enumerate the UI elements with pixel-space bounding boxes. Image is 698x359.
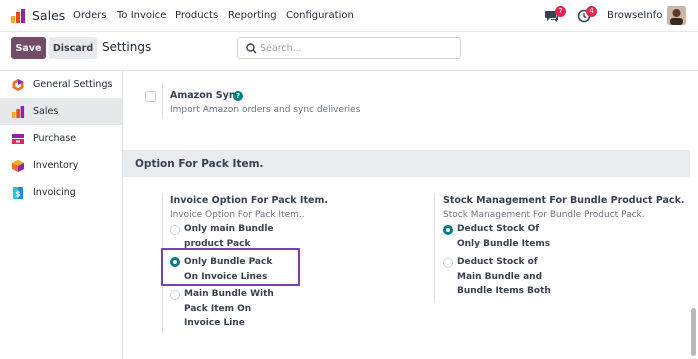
help-icon[interactable]: ? <box>233 91 243 101</box>
app-name[interactable]: Sales <box>32 8 65 23</box>
menu-to-invoice[interactable]: To Invoice <box>117 10 166 21</box>
sidebar-item-sales[interactable]: Sales <box>0 98 122 125</box>
menu-orders[interactable]: Orders <box>73 10 107 21</box>
sidebar-item-label: Invoicing <box>33 187 76 198</box>
page-title: Settings <box>102 40 152 54</box>
inventory-app-icon <box>12 159 24 172</box>
top-navbar: Sales Orders To Invoice Products Reporti… <box>0 0 698 32</box>
sidebar-item-invoicing[interactable]: $ Invoicing <box>0 179 122 206</box>
menu-products[interactable]: Products <box>175 10 218 21</box>
radio-label[interactable]: Deduct Stock of Main Bundle and Bundle I… <box>457 255 557 299</box>
amazon-sync-title: Amazon Sync <box>170 90 242 101</box>
highlight-annotation-box <box>161 248 300 286</box>
radio-deduct-main-and-bundle[interactable] <box>443 258 453 268</box>
menu-configuration[interactable]: Configuration <box>286 10 354 21</box>
invoice-option-title: Invoice Option For Pack Item. <box>170 195 328 206</box>
section-title: Option For Pack Item. <box>135 158 264 170</box>
amazon-sync-description: Import Amazon orders and sync deliveries <box>170 105 361 115</box>
radio-main-bundle-with-pack[interactable] <box>170 290 180 300</box>
sidebar-item-label: Sales <box>33 106 59 117</box>
activities-count-badge: 4 <box>586 6 597 17</box>
odoo-settings-icon <box>12 78 24 91</box>
discard-button[interactable]: Discard <box>49 37 97 59</box>
section-header: Option For Pack Item. <box>123 150 691 177</box>
stock-management-title: Stock Management For Bundle Product Pack… <box>443 195 685 206</box>
user-avatar[interactable] <box>667 6 686 25</box>
radio-deduct-only-bundle[interactable] <box>443 225 453 235</box>
sidebar-item-purchase[interactable]: Purchase <box>0 125 122 152</box>
stock-management-description: Stock Management For Bundle Product Pack… <box>443 210 645 220</box>
svg-text:$: $ <box>15 189 21 198</box>
search-box[interactable] <box>237 37 461 59</box>
amazon-sync-checkbox[interactable] <box>145 91 156 102</box>
scrollbar[interactable] <box>690 71 698 359</box>
menu-reporting[interactable]: Reporting <box>228 10 277 21</box>
radio-label[interactable]: Deduct Stock Of Only Bundle Items <box>457 222 562 251</box>
purchase-app-icon <box>12 133 24 144</box>
sidebar-item-general-settings[interactable]: General Settings <box>0 71 122 98</box>
divider <box>434 193 435 303</box>
radio-label[interactable]: Main Bundle With Pack Item On Invoice Li… <box>184 287 284 331</box>
settings-sidebar: General Settings Sales Purchase Inventor… <box>0 71 123 359</box>
company-name[interactable]: BrowseInfo <box>607 10 662 21</box>
sidebar-item-inventory[interactable]: Inventory <box>0 152 122 179</box>
radio-only-main-bundle[interactable] <box>170 225 180 235</box>
search-input[interactable] <box>260 41 455 55</box>
sales-app-icon[interactable] <box>10 8 26 24</box>
settings-content: Amazon Sync ? Import Amazon orders and s… <box>123 71 698 359</box>
save-button[interactable]: Save <box>11 37 46 59</box>
sidebar-item-label: Purchase <box>33 133 77 144</box>
radio-label[interactable]: Only main Bundle product Pack <box>184 222 284 251</box>
messages-count-badge: 7 <box>555 6 566 17</box>
divider <box>162 83 163 119</box>
sales-app-icon <box>12 105 25 118</box>
sidebar-item-label: General Settings <box>33 79 113 90</box>
invoicing-app-icon: $ <box>13 186 23 199</box>
sidebar-item-label: Inventory <box>33 160 79 171</box>
scrollbar-thumb[interactable] <box>691 308 696 356</box>
invoice-option-description: Invoice Option For Pack Item.. <box>170 210 305 220</box>
search-icon <box>246 43 257 54</box>
